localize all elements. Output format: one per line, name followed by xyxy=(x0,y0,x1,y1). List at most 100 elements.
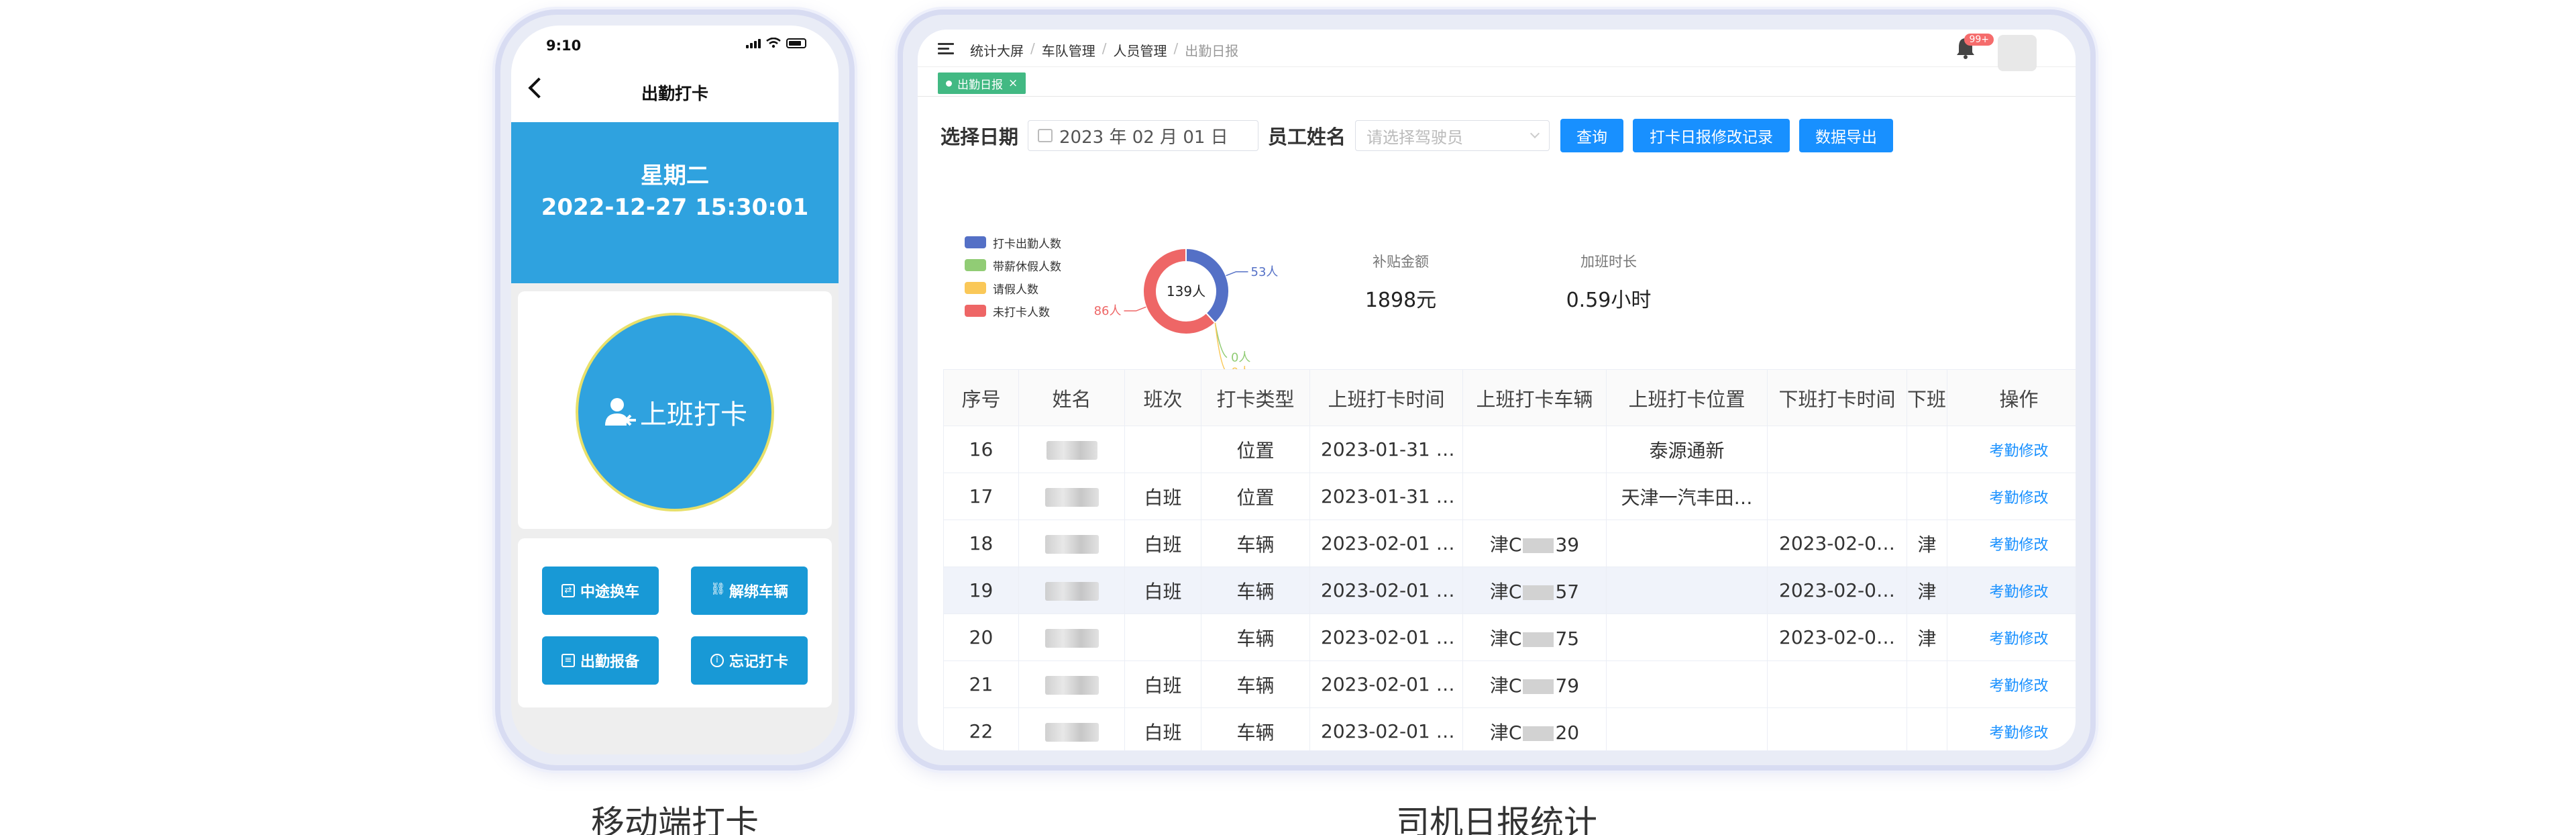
export-button[interactable]: 数据导出 xyxy=(1799,119,1894,152)
plate-prefix: 津C xyxy=(1489,674,1522,697)
cell-on-time: 2023-02-01 … xyxy=(1309,567,1463,614)
column-header[interactable]: 操作 xyxy=(1947,369,2076,426)
cell-on-time: 2023-01-31 … xyxy=(1309,473,1463,520)
cell-on-vehicle xyxy=(1462,473,1607,520)
legend-label: 未打卡人数 xyxy=(993,305,1050,320)
driver-placeholder: 请选择驾驶员 xyxy=(1366,128,1464,147)
legend-label: 请假人数 xyxy=(993,283,1038,297)
cell-shift xyxy=(1124,613,1201,661)
legend-item[interactable]: 打卡出勤人数 xyxy=(965,231,1061,254)
report-icon: ≡ xyxy=(561,654,575,667)
donut-value-label: 0人 xyxy=(1231,351,1250,365)
cell-name-blurred xyxy=(1018,567,1125,614)
status-bar: 9:10 xyxy=(511,26,839,60)
column-header[interactable]: 序号 xyxy=(943,369,1019,426)
tablet-screen: 统计大屏 / 车队管理 / 人员管理 / 出勤日报 99+ 出勤日报 × 选择日期 xyxy=(918,30,2076,750)
cell-name-blurred xyxy=(1018,660,1125,708)
date-picker[interactable]: 2023 年 02 月 01 日 xyxy=(1028,120,1259,151)
column-header[interactable]: 打卡类型 xyxy=(1201,369,1310,426)
signal-icon xyxy=(746,38,761,48)
chart-legend: 打卡出勤人数 带薪休假人数 请假人数 未打卡人数 xyxy=(965,231,1061,322)
unbind-vehicle-button[interactable]: ⛓ 解绑车辆 xyxy=(691,567,808,615)
cell-on-time: 2023-02-01 … xyxy=(1309,707,1463,750)
driver-select[interactable]: 请选择驾驶员 xyxy=(1355,120,1550,151)
table-row: 17 白班 位置 2023-01-31 … 天津一汽丰田… 考勤修改 xyxy=(943,473,2076,520)
change-vehicle-button[interactable]: ⇄ 中途换车 xyxy=(542,567,659,615)
clock-in-button[interactable]: 上班打卡 xyxy=(576,313,774,511)
attendance-donut-chart: 139人 53人0人0人86人 xyxy=(1094,247,1278,372)
cell-name-blurred xyxy=(1018,707,1125,750)
forgot-punch-label: 忘记打卡 xyxy=(729,654,788,671)
punch-card: 上班打卡 xyxy=(518,291,832,529)
breadcrumb-item[interactable]: 统计大屏 xyxy=(970,40,1024,60)
plate-prefix: 津C xyxy=(1489,627,1522,650)
cell-type: 车辆 xyxy=(1201,520,1310,567)
table-row: 19 白班 车辆 2023-02-01 … 津C 57 2023-02-0… 津 … xyxy=(943,567,2076,614)
breadcrumb: 统计大屏 / 车队管理 / 人员管理 / 出勤日报 xyxy=(970,40,1239,60)
cell-on-location xyxy=(1606,520,1768,567)
edit-attendance-link[interactable]: 考勤修改 xyxy=(1947,473,2076,520)
overtime-key: 加班时长 xyxy=(1580,254,1637,270)
plate-suffix: 20 xyxy=(1555,721,1580,744)
cell-type: 位置 xyxy=(1201,426,1310,473)
swap-icon: ⇄ xyxy=(561,584,575,597)
breadcrumb-item[interactable]: 人员管理 xyxy=(1114,40,1167,60)
column-header[interactable]: 上班打卡位置 xyxy=(1606,369,1768,426)
cell-on-location xyxy=(1606,707,1768,750)
legend-item[interactable]: 请假人数 xyxy=(965,277,1061,299)
edit-attendance-link[interactable]: 考勤修改 xyxy=(1947,520,2076,567)
legend-item[interactable]: 未打卡人数 xyxy=(965,299,1061,322)
donut-center-label: 139人 xyxy=(1167,283,1205,299)
edit-attendance-link[interactable]: 考勤修改 xyxy=(1947,660,2076,708)
attendance-report-button[interactable]: ≡ 出勤报备 xyxy=(542,636,659,685)
cell-no: 17 xyxy=(943,473,1019,520)
column-header[interactable]: 姓名 xyxy=(1018,369,1125,426)
edit-attendance-link[interactable]: 考勤修改 xyxy=(1947,707,2076,750)
breadcrumb-item[interactable]: 车队管理 xyxy=(1042,40,1095,60)
history-button[interactable]: 打卡日报修改记录 xyxy=(1633,119,1790,152)
column-header[interactable]: 上班打卡时间 xyxy=(1309,369,1463,426)
info-icon: i xyxy=(710,654,724,667)
cell-off-cut xyxy=(1907,707,1947,750)
edit-attendance-link[interactable]: 考勤修改 xyxy=(1947,613,2076,661)
cell-on-time: 2023-02-01 … xyxy=(1309,520,1463,567)
cell-on-vehicle: 津C 20 xyxy=(1462,707,1607,750)
tab-attendance-daily[interactable]: 出勤日报 × xyxy=(938,72,1026,94)
edit-attendance-link[interactable]: 考勤修改 xyxy=(1947,426,2076,473)
clock-in-label: 上班打卡 xyxy=(640,399,747,430)
column-header[interactable]: 下班 xyxy=(1907,369,1947,426)
cell-on-vehicle: 津C 57 xyxy=(1462,567,1607,614)
calendar-icon xyxy=(1038,129,1053,142)
cell-name-blurred xyxy=(1018,520,1125,567)
cell-type: 车辆 xyxy=(1201,613,1310,661)
close-icon[interactable]: × xyxy=(1008,77,1018,90)
avatar[interactable] xyxy=(1998,35,2037,71)
tab-label: 出勤日报 xyxy=(957,78,1003,92)
menu-fold-icon[interactable] xyxy=(938,43,954,55)
notification-badge: 99+ xyxy=(1964,34,1994,46)
subsidy-stat: 补贴金额 1898元 xyxy=(1334,251,1468,313)
forgot-punch-button[interactable]: i 忘记打卡 xyxy=(691,636,808,685)
change-vehicle-label: 中途换车 xyxy=(580,584,639,601)
column-header[interactable]: 班次 xyxy=(1124,369,1201,426)
column-header[interactable]: 上班打卡车辆 xyxy=(1462,369,1607,426)
cell-shift: 白班 xyxy=(1124,707,1201,750)
cell-name-blurred xyxy=(1018,473,1125,520)
cell-off-cut: 津 xyxy=(1907,520,1947,567)
cell-no: 21 xyxy=(943,660,1019,708)
edit-attendance-link[interactable]: 考勤修改 xyxy=(1947,567,2076,614)
datetime-text: 2022-12-27 15:30:01 xyxy=(541,194,809,221)
cell-type: 位置 xyxy=(1201,473,1310,520)
legend-item[interactable]: 带薪休假人数 xyxy=(965,254,1061,277)
legend-swatch xyxy=(965,236,986,248)
query-button[interactable]: 查询 xyxy=(1560,119,1624,152)
plate-suffix: 75 xyxy=(1555,627,1580,650)
active-dot-icon xyxy=(946,80,952,87)
cell-off-cut: 津 xyxy=(1907,613,1947,661)
cell-shift xyxy=(1124,426,1201,473)
breadcrumb-current: 出勤日报 xyxy=(1185,43,1239,59)
cell-type: 车辆 xyxy=(1201,567,1310,614)
column-header[interactable]: 下班打卡时间 xyxy=(1767,369,1907,426)
cell-on-location xyxy=(1606,660,1768,708)
phone-frame: 9:10 出勤打卡 星期二 2022-12-27 15:30:01 上班打卡 ⇄… xyxy=(495,9,855,771)
